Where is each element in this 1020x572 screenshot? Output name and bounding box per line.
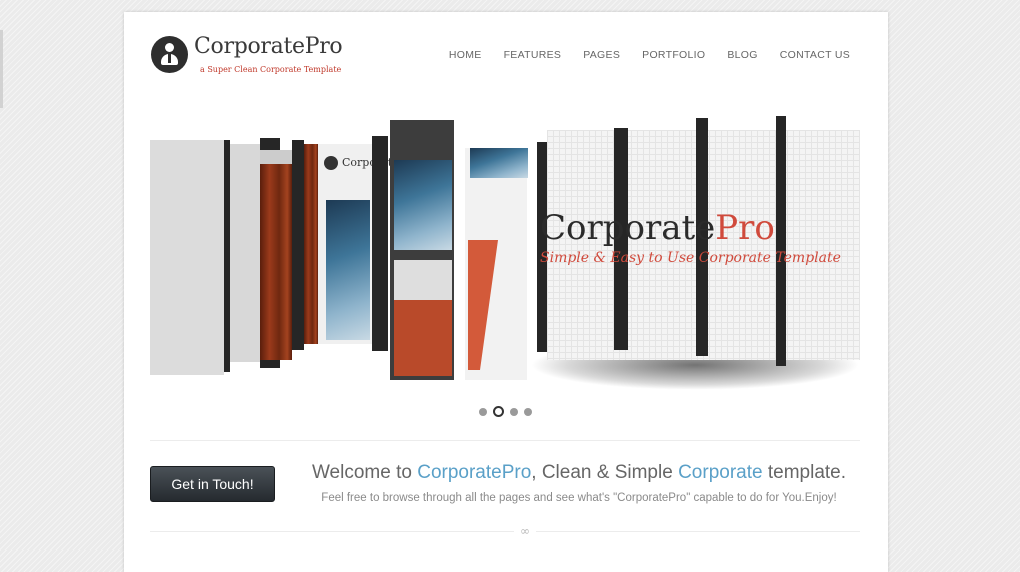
slider-slice [470,148,528,178]
slider-dot-1[interactable] [479,407,487,416]
divider [150,440,860,441]
welcome-heading: Welcome to CorporatePro, Clean & Simple … [294,462,864,484]
slider-slice [150,140,224,375]
slider-slice [260,150,292,164]
brand-name[interactable]: CorporatePro [194,34,343,59]
slider-slice [324,156,338,170]
left-edge-decoration [0,30,3,108]
hero-slider[interactable]: CorporatePro CorporatePro Simple & Easy … [150,100,860,390]
slider-pagination [479,406,532,417]
nav-item-home[interactable]: HOME [449,49,482,61]
slider-dot-4[interactable] [524,407,532,416]
slider-slice [260,150,292,360]
slider-subheading: Simple & Easy to Use Corporate Template [540,250,841,266]
slider-slice [230,144,264,362]
slider-heading: CorporatePro [540,208,775,248]
avatar-logo-icon[interactable] [151,36,188,73]
nav-item-features[interactable]: FEATURES [504,49,562,61]
slider-heading-accent: Pro [715,208,775,248]
slider-slice [326,200,370,340]
nav-item-contact-us[interactable]: CONTACT US [780,49,850,61]
nav-item-portfolio[interactable]: PORTFOLIO [642,49,705,61]
brand-tagline: a Super Clean Corporate Template [200,65,342,74]
welcome-text-3: template. [762,462,847,483]
slider-dot-2[interactable] [493,406,504,417]
nav-item-pages[interactable]: PAGES [583,49,620,61]
welcome-subtitle: Feel free to browse through all the page… [321,492,837,504]
slider-slice [394,160,452,250]
slider-slice [292,140,304,350]
slider-heading-dark: Corporate [540,208,716,248]
slider-slice [776,116,786,366]
page-container: CorporatePro a Super Clean Corporate Tem… [124,12,888,572]
nav-item-blog[interactable]: BLOG [727,49,757,61]
main-nav: HOME FEATURES PAGES PORTFOLIO BLOG CONTA… [449,49,850,61]
get-in-touch-button[interactable]: Get in Touch! [150,466,275,502]
slider-slice [304,144,318,344]
slider-slice [394,260,452,300]
slider-slice [372,136,388,351]
slider-dot-3[interactable] [510,407,518,416]
slider-slice [394,300,452,376]
ornament-icon: ∞ [514,524,536,538]
welcome-text-2: , Clean & Simple [531,462,679,483]
divider-ornament-line [150,531,860,532]
welcome-highlight-brand: CorporatePro [417,462,532,483]
welcome-highlight-corporate: Corporate [678,462,763,483]
welcome-text-1: Welcome to [311,462,418,483]
